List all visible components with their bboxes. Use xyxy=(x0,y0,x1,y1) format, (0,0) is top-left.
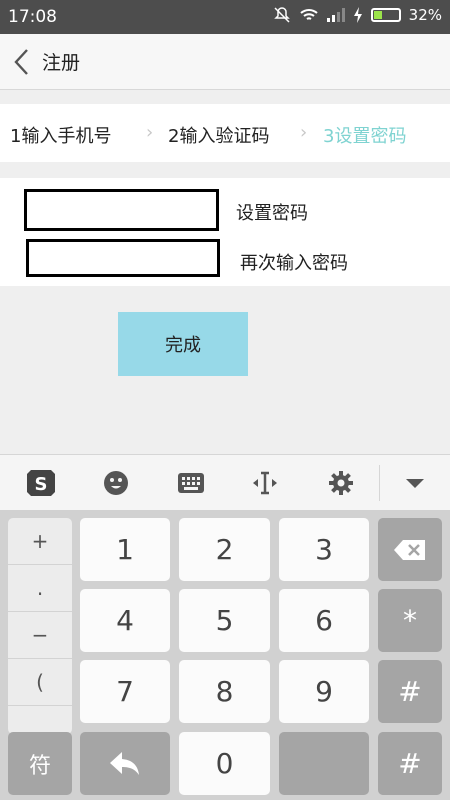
emoji-icon[interactable] xyxy=(99,467,133,499)
step-input-phone: 1输入手机号 xyxy=(10,126,112,147)
battery-icon xyxy=(370,8,401,22)
return-key[interactable] xyxy=(80,732,170,795)
done-button[interactable]: 完成 xyxy=(118,312,248,376)
wifi-icon xyxy=(299,9,318,20)
charging-icon xyxy=(353,7,362,23)
step-set-password: 3设置密码 xyxy=(323,126,407,147)
asterisk-key[interactable]: * xyxy=(378,589,442,652)
key-2[interactable]: 2 xyxy=(179,518,270,581)
step-separator-icon: › xyxy=(146,122,154,143)
confirm-password-label: 再次输入密码 xyxy=(240,253,348,274)
key-0[interactable]: 0 xyxy=(179,732,270,795)
confirm-password-input[interactable] xyxy=(26,239,220,277)
key-9[interactable]: 9 xyxy=(279,660,369,723)
back-button[interactable] xyxy=(0,34,42,90)
return-arrow-icon xyxy=(110,751,139,775)
status-bar: 17:08 32% xyxy=(0,0,450,34)
signal-icon xyxy=(326,8,345,22)
symbol-key[interactable]: 、 xyxy=(8,706,72,734)
key-7[interactable]: 7 xyxy=(80,660,170,723)
svg-text:S: S xyxy=(35,474,48,495)
chevron-left-icon xyxy=(14,48,28,75)
password-label: 设置密码 xyxy=(236,203,308,224)
settings-icon[interactable] xyxy=(324,467,358,499)
key-1[interactable]: 1 xyxy=(80,518,170,581)
numeric-keyboard: + . − ( 、 1 2 3 4 5 6 * 7 8 9 # 符 0 # xyxy=(0,510,450,800)
backspace-key[interactable] xyxy=(378,518,442,581)
key-5[interactable]: 5 xyxy=(179,589,270,652)
sogou-logo-icon[interactable]: S xyxy=(24,467,58,499)
key-4[interactable]: 4 xyxy=(80,589,170,652)
step-input-code: 2输入验证码 xyxy=(168,126,270,147)
key-3[interactable]: 3 xyxy=(279,518,369,581)
toolbar-divider xyxy=(379,465,380,501)
symbol-key[interactable]: − xyxy=(8,612,72,659)
key-8[interactable]: 8 xyxy=(179,660,270,723)
symbol-key[interactable]: . xyxy=(8,565,72,612)
keyboard-toolbar: S xyxy=(0,454,450,510)
step-separator-icon: › xyxy=(300,122,308,143)
status-time: 17:08 xyxy=(8,7,57,27)
space-key[interactable] xyxy=(279,732,369,795)
keyboard-icon[interactable] xyxy=(174,467,208,499)
symbol-key[interactable]: + xyxy=(8,518,72,565)
status-icons: 32% xyxy=(273,6,442,24)
mute-icon xyxy=(273,7,290,23)
symbol-key[interactable]: ( xyxy=(8,659,72,706)
backspace-icon xyxy=(394,539,425,560)
cursor-icon[interactable] xyxy=(248,467,282,499)
symbols-key[interactable]: 符 xyxy=(8,732,72,795)
password-form: 设置密码 再次输入密码 xyxy=(0,178,450,286)
step-indicator: 1输入手机号 › 2输入验证码 › 3设置密码 xyxy=(0,104,450,162)
key-6[interactable]: 6 xyxy=(279,589,369,652)
symbol-column[interactable]: + . − ( 、 xyxy=(8,518,72,734)
password-input[interactable] xyxy=(24,189,219,231)
app-bar: 注册 xyxy=(0,34,450,90)
hash-key-2[interactable]: # xyxy=(378,732,442,795)
collapse-icon[interactable] xyxy=(398,467,432,499)
hash-key[interactable]: # xyxy=(378,660,442,723)
battery-percent: 32% xyxy=(408,6,442,24)
page-title: 注册 xyxy=(42,52,81,74)
